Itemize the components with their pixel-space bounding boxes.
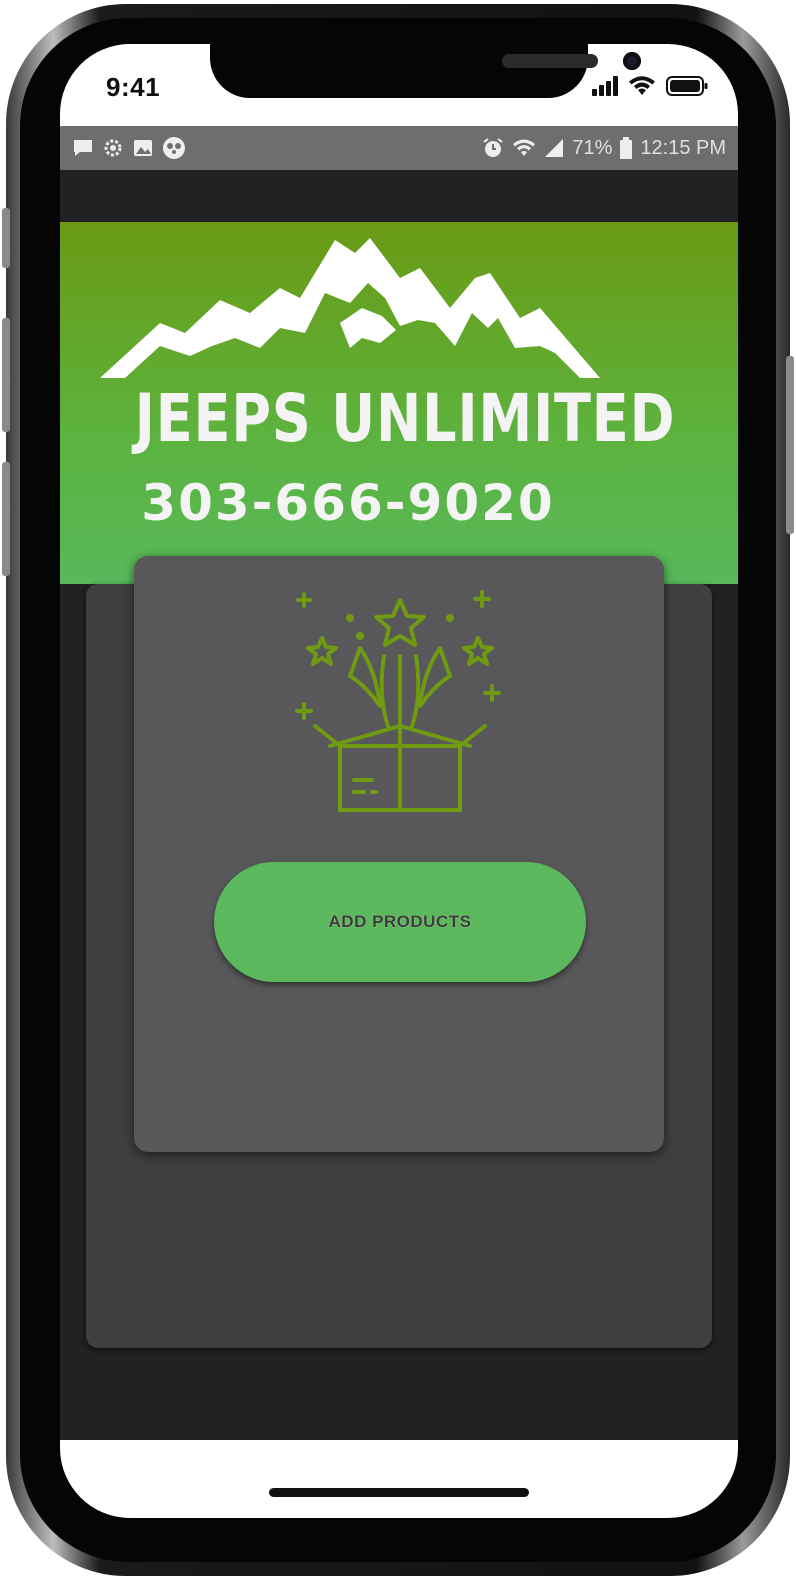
android-system-icons: 71% 12:15 PM bbox=[482, 137, 726, 160]
volume-down-button bbox=[2, 462, 10, 576]
cell-signal-icon bbox=[545, 139, 564, 157]
cellular-signal-icon bbox=[592, 76, 618, 96]
power-button bbox=[786, 356, 794, 534]
add-products-button[interactable]: ADD PRODUCTS bbox=[214, 862, 586, 982]
wifi-icon bbox=[513, 139, 536, 156]
android-notification-icons bbox=[72, 136, 186, 160]
battery-percentage: 71% bbox=[572, 136, 613, 159]
brand-header: JEEPS UNLIMITED 303-666-9020 bbox=[60, 222, 738, 584]
volume-up-button bbox=[2, 318, 10, 432]
alarm-icon bbox=[483, 138, 503, 157]
add-products-label: ADD PRODUCTS bbox=[328, 912, 472, 931]
phone-screen: 9:41 71% 12:15 PM JEEPS UNLIMITED 303-66… bbox=[60, 44, 738, 1518]
message-icon bbox=[74, 140, 92, 156]
panda-app-icon bbox=[163, 137, 185, 159]
battery-icon bbox=[666, 76, 708, 96]
settings-gear-icon bbox=[104, 139, 122, 157]
mute-switch bbox=[2, 208, 10, 268]
brand-phone-number: 303-666-9020 bbox=[141, 474, 555, 532]
app-top-bar bbox=[60, 170, 738, 222]
mountains-logo-icon bbox=[100, 238, 600, 378]
battery-icon bbox=[620, 137, 633, 159]
phone-notch bbox=[210, 44, 641, 98]
earpiece-speaker bbox=[502, 54, 598, 68]
ios-status-time: 9:41 bbox=[106, 72, 161, 102]
empty-products-panel: ADD PRODUCTS bbox=[134, 556, 664, 1152]
brand-title: JEEPS UNLIMITED bbox=[134, 380, 676, 457]
front-camera bbox=[623, 52, 641, 70]
gallery-icon bbox=[134, 140, 152, 156]
wifi-icon bbox=[629, 76, 655, 95]
home-indicator[interactable] bbox=[269, 1488, 529, 1497]
android-clock: 12:15 PM bbox=[640, 136, 726, 159]
ios-status-icons bbox=[592, 76, 708, 96]
gift-box-icon bbox=[295, 590, 501, 812]
android-status-bar: 71% 12:15 PM bbox=[60, 126, 738, 170]
